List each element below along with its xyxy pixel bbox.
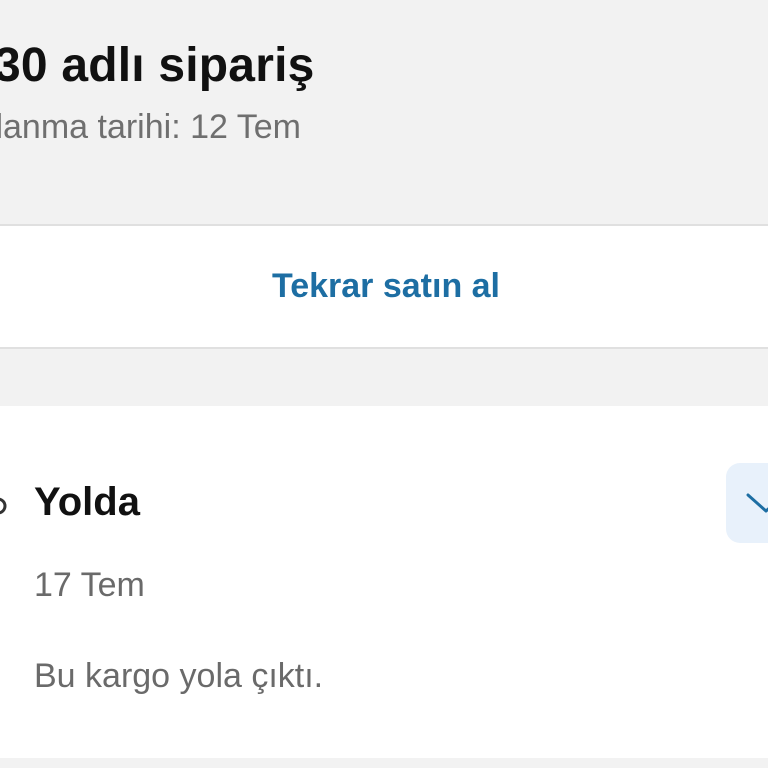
shipment-status: Yolda [34,480,140,524]
tracking-card: Yolda 17 Tem Bu kargo yola çıktı. [0,406,768,758]
expand-tracking-button[interactable] [726,463,768,543]
order-date: ılanma tarihi: 12 Tem [0,108,301,146]
truck-icon [0,494,10,518]
shipment-date: 17 Tem [34,566,145,604]
order-details-page: 30 adlı sipariş ılanma tarihi: 12 Tem Te… [0,0,768,768]
order-header: 30 adlı sipariş ılanma tarihi: 12 Tem [0,0,768,223]
buy-again-button[interactable]: Tekrar satın al [0,224,768,349]
chevron-down-icon [746,493,768,513]
buy-again-label: Tekrar satın al [271,267,501,305]
shipment-message: Bu kargo yola çıktı. [34,657,324,695]
order-title: 30 adlı sipariş [0,39,315,92]
